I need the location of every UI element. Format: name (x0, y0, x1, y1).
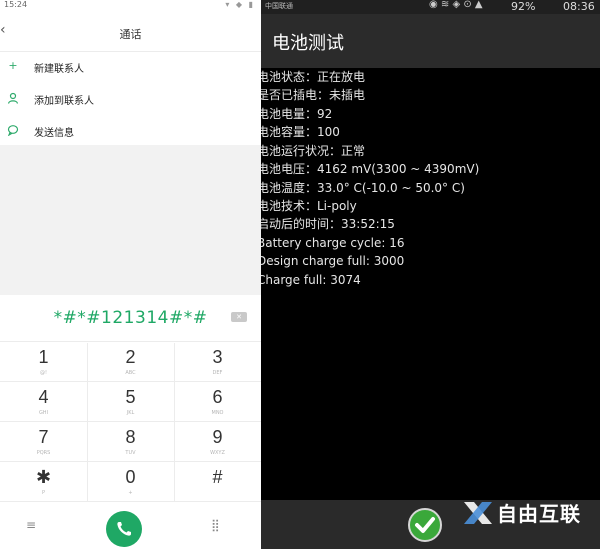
dialer-bottom-bar: ≡ ⣿ (0, 500, 261, 549)
dialpad-toggle-icon[interactable]: ⣿ (211, 518, 220, 532)
key-4[interactable]: 4 GHI (0, 383, 87, 421)
key-letters: MNO (211, 410, 224, 416)
key-letters: P (41, 490, 45, 496)
key-1[interactable]: 1 @! (0, 343, 87, 381)
dialed-number[interactable]: *#*#121314#*# (0, 308, 261, 328)
key-digit: 0 (125, 467, 136, 487)
info-line: 电池电压：4162 mV(3300 ~ 4390mV) (261, 162, 480, 176)
key-letters: GHI (38, 410, 49, 416)
key-letters: TUV (125, 450, 136, 456)
watermark-text: 自由互联 (497, 502, 581, 526)
battery-percent: 92% (511, 0, 536, 13)
key-star[interactable]: ✱ P (0, 463, 87, 501)
send-message-label: 发送信息 (34, 128, 74, 139)
info-line: 电池状态：正在放电 (261, 70, 366, 84)
key-digit: 5 (125, 387, 136, 407)
key-digit: # (212, 467, 223, 487)
send-message-item[interactable]: 发送信息 (0, 116, 261, 148)
backspace-icon[interactable]: ✕ (231, 312, 247, 322)
carrier-label: 中国联通 (265, 2, 293, 10)
new-contact-item[interactable]: + 新建联系人 (0, 52, 261, 84)
menu-icon[interactable]: ≡ (26, 518, 36, 532)
key-digit: 6 (212, 387, 223, 407)
key-2[interactable]: 2 ABC (87, 343, 174, 381)
key-letters: WXYZ (210, 450, 225, 456)
plus-icon: + (8, 59, 18, 72)
person-icon (7, 92, 19, 104)
info-line: 电池技术：Li-poly (261, 199, 357, 213)
divider (0, 421, 261, 422)
call-button[interactable] (106, 511, 142, 547)
dialer-header: ‹ 通话 (0, 16, 261, 52)
key-letters: + (128, 490, 133, 496)
new-contact-label: 新建联系人 (34, 64, 84, 75)
status-time: 15:24 (4, 0, 28, 9)
app-title-bar: 电池测试 (261, 14, 600, 68)
page-title: 电池测试 (272, 33, 344, 54)
key-9[interactable]: 9 WXYZ (174, 423, 261, 461)
key-letters: PQRS (36, 450, 51, 456)
key-0[interactable]: 0 + (87, 463, 174, 501)
key-digit: 4 (38, 387, 49, 407)
key-3[interactable]: 3 DEF (174, 343, 261, 381)
dialer-screen: 15:24 ▾ ◆ ▮ ‹ 通话 + 新建联系人 添加到联系人 发送信息 *#*… (0, 0, 261, 549)
key-digit: 2 (125, 347, 136, 367)
info-line: 电池电量：92 (261, 107, 333, 121)
x-logo-icon (464, 502, 492, 524)
info-line: Design charge full: 3000 (261, 254, 405, 268)
info-line: Battery charge cycle: 16 (261, 236, 405, 250)
status-bar: 中国联通 ◉ ≋ ◈ ⊙ ▲ 92% 08:36 (261, 0, 600, 14)
status-bar: 15:24 ▾ ◆ ▮ (0, 0, 261, 12)
add-to-contact-label: 添加到联系人 (34, 96, 94, 107)
key-digit: 3 (212, 347, 223, 367)
page-title: 通话 (119, 28, 142, 41)
chat-bubble-icon (7, 124, 19, 137)
watermark-logo: 自由互联 (461, 496, 599, 526)
status-indicator-icons: ◉ ≋ ◈ ⊙ ▲ (429, 0, 483, 10)
key-7[interactable]: 7 PQRS (0, 423, 87, 461)
key-8[interactable]: 8 TUV (87, 423, 174, 461)
info-line: 电池运行状况：正常 (261, 144, 366, 158)
checkmark-icon (415, 517, 435, 533)
info-line: Charge full: 3074 (261, 273, 361, 287)
results-area (0, 145, 261, 295)
info-line: 电池温度：33.0° C(-10.0 ~ 50.0° C) (261, 181, 465, 195)
info-line: 电池容量：100 (261, 125, 340, 139)
key-digit: ✱ (35, 467, 52, 487)
key-digit: 8 (125, 427, 136, 447)
divider (0, 461, 261, 462)
key-letters: @! (39, 370, 47, 376)
info-line: 是否已插电：未插电 (261, 88, 366, 102)
key-letters: ABC (125, 370, 136, 376)
key-digit: 9 (212, 427, 223, 447)
key-5[interactable]: 5 JKL (87, 383, 174, 421)
dialed-number-row: *#*#121314#*# ✕ (0, 296, 261, 342)
add-to-contact-item[interactable]: 添加到联系人 (0, 84, 261, 116)
info-line: 启动后的时间：33:52:15 (261, 217, 395, 231)
key-hash[interactable]: # (174, 463, 261, 501)
key-digit: 7 (38, 427, 49, 447)
key-letters: DEF (212, 370, 223, 376)
key-digit: 1 (38, 347, 49, 367)
status-time: 08:36 (563, 0, 595, 13)
phone-icon (117, 522, 131, 536)
confirm-checkmark-icon[interactable] (408, 508, 442, 542)
divider (0, 381, 261, 382)
key-letters: JKL (126, 410, 135, 416)
battery-test-screen: 中国联通 ◉ ≋ ◈ ⊙ ▲ 92% 08:36 电池测试 电池状态：正在放电 … (261, 0, 600, 549)
key-6[interactable]: 6 MNO (174, 383, 261, 421)
status-icons: ▾ ◆ ▮ (225, 0, 255, 9)
